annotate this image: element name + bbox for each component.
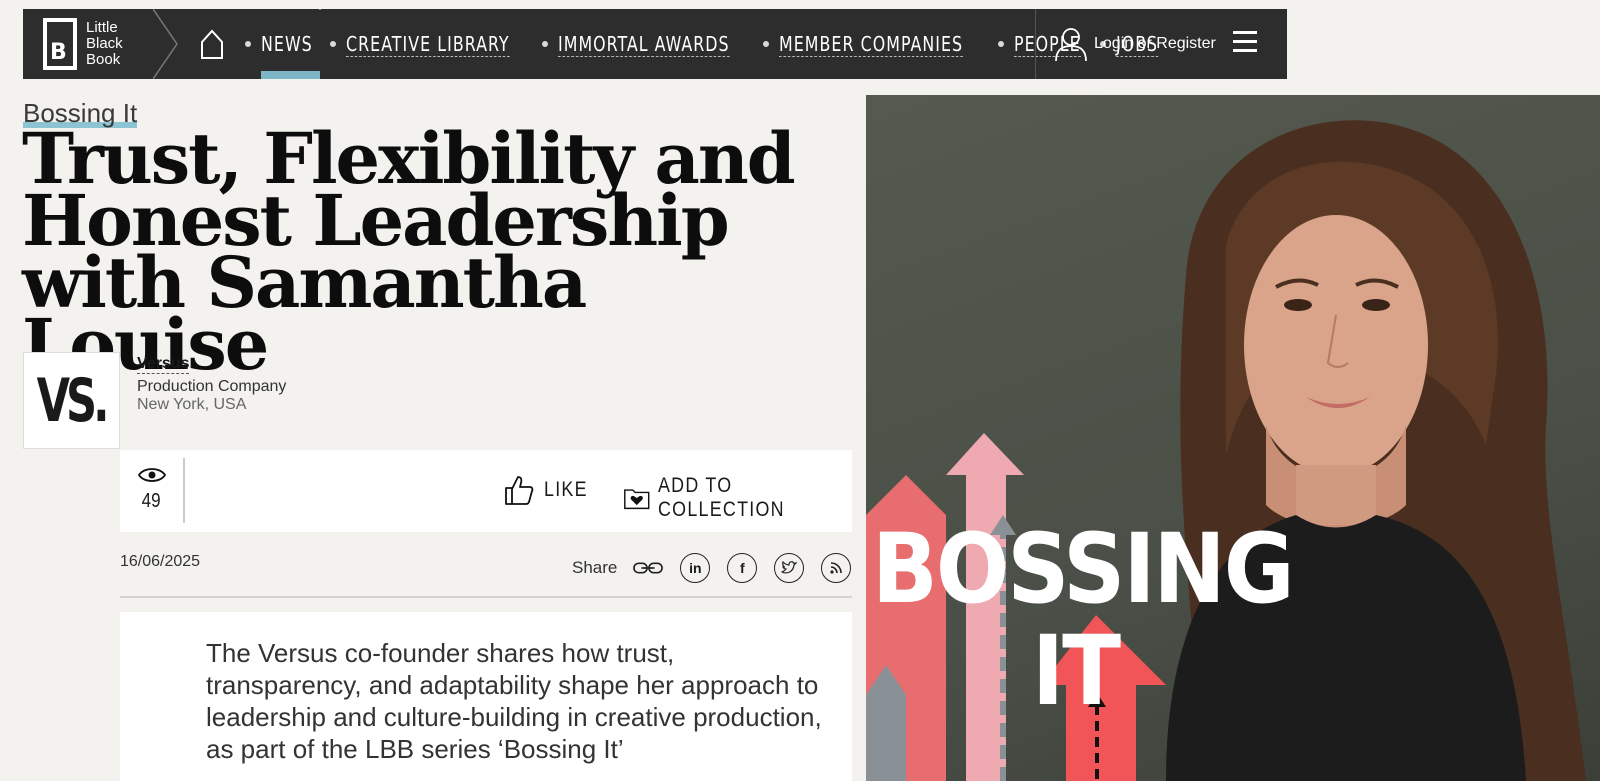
nav-link-immortal-awards[interactable]: IMMORTAL AWARDS (557, 9, 753, 79)
publish-date: 16/06/2025 (120, 553, 201, 570)
article-actions-bar: 49 LIKE ADD TO COLLECTION (120, 450, 852, 532)
view-counter: 49 (120, 458, 185, 523)
twitter-icon[interactable] (774, 553, 805, 583)
company-name-link[interactable]: Versus (137, 355, 190, 374)
rss-icon[interactable] (821, 553, 852, 583)
lbb-logo-mark (43, 18, 77, 70)
nav-separator (245, 41, 251, 47)
hero-portrait-illustration (866, 120, 1586, 781)
facebook-icon[interactable]: f (727, 553, 758, 583)
lbb-logo[interactable]: Little Black Book (23, 9, 178, 79)
home-icon[interactable] (199, 28, 225, 60)
nav-separator (541, 41, 548, 47)
share-bar: Share in f (572, 553, 852, 583)
like-button[interactable]: LIKE (504, 474, 596, 506)
eye-icon (137, 468, 166, 482)
view-count: 49 (142, 490, 161, 512)
account-area: Login or Register (1035, 9, 1287, 79)
hero-title-line2: IT (1032, 615, 1121, 727)
logo-chevron (153, 9, 178, 79)
company-location: New York, USA (137, 396, 247, 413)
hero-title-line1: BOSSING (872, 513, 1295, 625)
nav-links: NEWS CREATIVE LIBRARY IMMORTAL AWARDS ME… (199, 9, 1164, 79)
article-headline: Trust, Flexibility and Honest Leadership… (22, 117, 796, 386)
hamburger-menu-icon[interactable] (1233, 31, 1257, 55)
share-label: Share (572, 558, 618, 577)
top-nav: Little Black Book NEWS CREATIVE LIBRARY … (23, 0, 1287, 79)
company-type: Production Company (137, 378, 287, 395)
nav-separator (762, 41, 769, 47)
nav-link-news[interactable]: NEWS (261, 9, 320, 79)
folder-heart-icon (624, 489, 650, 510)
user-icon[interactable] (1054, 26, 1088, 62)
linkedin-icon[interactable]: in (680, 553, 711, 583)
section-divider (120, 596, 852, 598)
nav-separator (329, 41, 336, 47)
login-register-link[interactable]: Login or Register (1094, 35, 1216, 53)
article-intro: The Versus co-founder shares how trust, … (120, 612, 852, 781)
add-to-collection-button[interactable]: ADD TO COLLECTION (624, 474, 852, 522)
lbb-logo-text: Little Black Book (86, 19, 123, 68)
nav-link-creative-library[interactable]: CREATIVE LIBRARY (345, 9, 532, 79)
hero-image: BOSSING IT (866, 95, 1600, 781)
nav-separator (998, 41, 1005, 47)
thumbs-up-icon (505, 476, 534, 505)
link-icon[interactable] (633, 553, 664, 583)
company-logo[interactable]: VS. (23, 352, 120, 449)
nav-link-member-companies[interactable]: MEMBER COMPANIES (778, 9, 988, 79)
